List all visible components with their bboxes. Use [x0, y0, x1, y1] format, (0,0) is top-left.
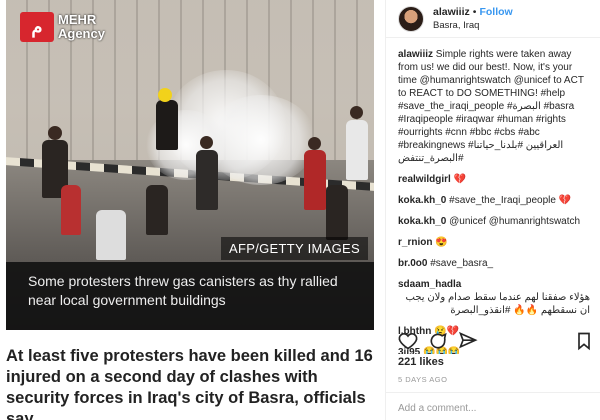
news-photo: ﻡ MEHR Agency AFP/GETTY IMAGES Some prot…: [6, 0, 374, 330]
logo-line-2: Agency: [58, 26, 105, 41]
comment-item: koka.kh_0 #save_the_Iraqi_people 💔: [398, 194, 590, 207]
comment-item: br.0o0 #save_basra_: [398, 257, 590, 270]
add-comment-input[interactable]: Add a comment...: [386, 392, 600, 420]
post-username[interactable]: alawiiiz: [433, 6, 470, 18]
comment-item: realwildgirl 💔: [398, 173, 590, 186]
post-location[interactable]: Basra, Iraq: [433, 20, 513, 31]
comment-icon[interactable]: [428, 331, 448, 351]
comment-text: 😍: [435, 237, 448, 248]
post-header: alawiiiz • Follow Basra, Iraq: [386, 0, 600, 38]
news-panel: ﻡ MEHR Agency AFP/GETTY IMAGES Some prot…: [0, 0, 380, 420]
mehr-logo-mark: ﻡ: [20, 12, 54, 42]
comment-text: #save_the_Iraqi_people 💔: [449, 195, 572, 206]
bookmark-icon[interactable]: [574, 331, 594, 351]
news-headline: At least five protesters have been kille…: [6, 347, 373, 420]
share-icon[interactable]: [458, 331, 478, 351]
comments-list: alawiiiz Simple rights were taken away f…: [386, 38, 600, 354]
comment-item: sdaam_hadla هؤلاء صفقنا لهم عندما سقط صد…: [398, 278, 590, 317]
heart-icon[interactable]: [398, 331, 418, 351]
comment-username[interactable]: koka.kh_0: [398, 195, 446, 206]
comment-item: r_rnion 😍: [398, 236, 590, 249]
follow-button[interactable]: Follow: [479, 6, 512, 18]
comment-text: #save_basra_: [430, 258, 494, 269]
instagram-post-sidebar: alawiiiz • Follow Basra, Iraq alawiiiz Sim…: [385, 0, 600, 420]
post-actions: [398, 330, 594, 352]
caption-username[interactable]: alawiiiz: [398, 49, 433, 60]
comment-username[interactable]: br.0o0: [398, 258, 427, 269]
comment-item: koka.kh_0 @unicef @humanrightswatch: [398, 215, 590, 228]
post-timestamp: 5 DAYS AGO: [398, 375, 448, 384]
photo-credit: AFP/GETTY IMAGES: [221, 237, 368, 260]
comment-text: @unicef @humanrightswatch: [449, 216, 581, 227]
likes-count[interactable]: 221 likes: [398, 356, 444, 368]
mehr-logo: ﻡ MEHR Agency: [20, 12, 105, 42]
comment-username[interactable]: r_rnion: [398, 237, 432, 248]
comment-username[interactable]: realwildgirl: [398, 174, 451, 185]
logo-line-1: MEHR: [58, 12, 97, 27]
photo-caption: Some protesters threw gas canisters as t…: [6, 262, 374, 330]
comment-username[interactable]: koka.kh_0: [398, 216, 446, 227]
caption-text: Simple rights were taken away from us! w…: [398, 49, 584, 164]
comment-username[interactable]: sdaam_hadla: [398, 279, 461, 290]
avatar[interactable]: [398, 5, 424, 32]
comment-text: 💔: [453, 174, 467, 185]
comment-text: هؤلاء صفقنا لهم عندما سقط صدام ولان يجب …: [405, 292, 591, 316]
